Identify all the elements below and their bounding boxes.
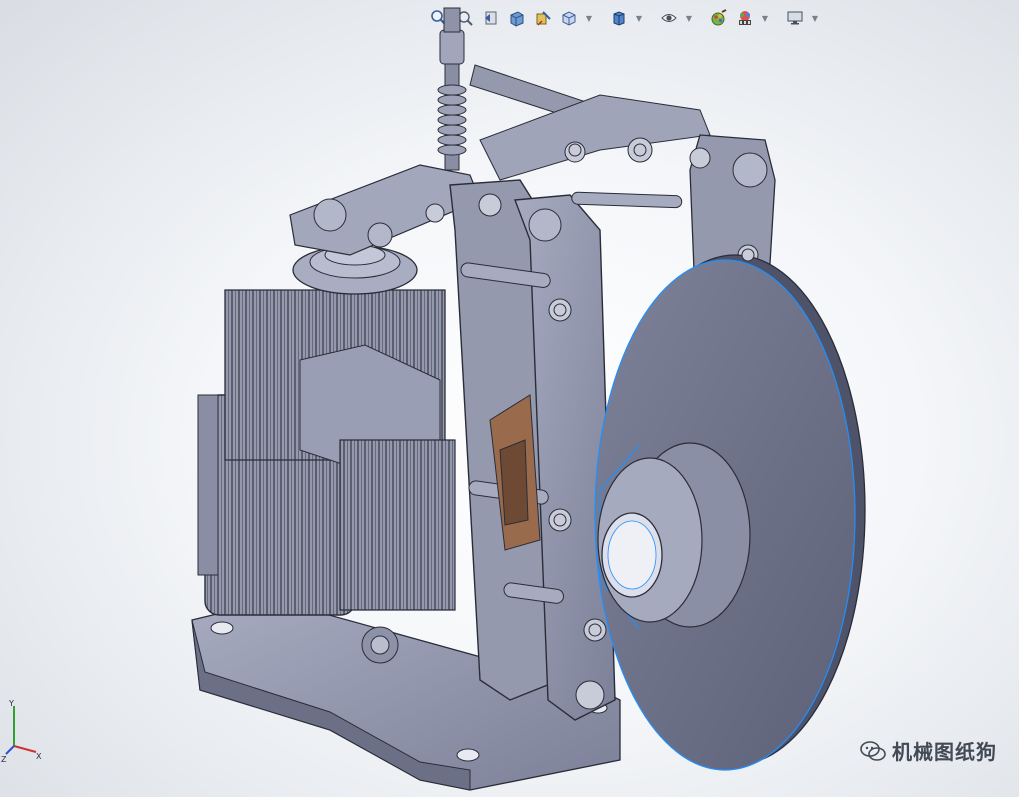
triad-y-label: Y — [8, 699, 14, 708]
watermark: 机械图纸狗 — [860, 736, 997, 765]
chat-bubble-icon — [860, 740, 886, 761]
triad-z-label: Z — [1, 755, 7, 764]
thruster-motor[interactable] — [197, 244, 456, 664]
watermark-text: 机械图纸狗 — [892, 740, 997, 764]
graphics-area[interactable] — [0, 0, 1019, 797]
brake-disc[interactable] — [594, 254, 866, 771]
triad-x-label: X — [36, 752, 42, 761]
reference-triad: Y X Z — [0, 696, 50, 766]
